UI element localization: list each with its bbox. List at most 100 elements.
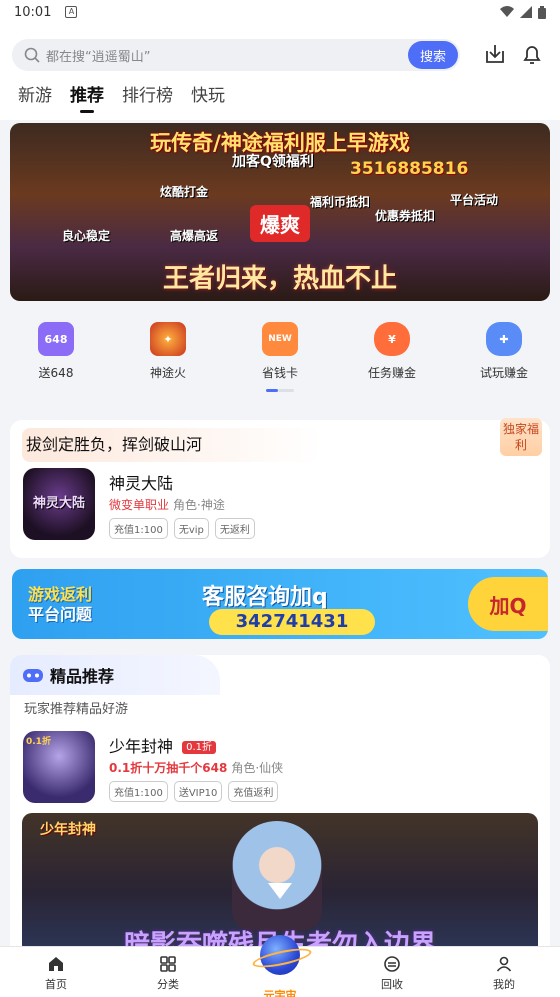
ad-left-text: 游戏返利 平台问题 bbox=[28, 585, 92, 625]
game-chip: 充值1:100 bbox=[109, 518, 168, 539]
nav-label: 元宇宙 bbox=[263, 989, 297, 997]
recycle-icon bbox=[384, 956, 400, 972]
nav-label: 分类 bbox=[157, 978, 179, 991]
feature-label: 任务赚金 bbox=[367, 366, 416, 380]
discount-badge: 0.1折 bbox=[182, 741, 217, 754]
status-bar: 10:01 A bbox=[0, 0, 560, 24]
ad-banner[interactable]: 游戏返利 平台问题 客服咨询加q 342741431 加Q bbox=[12, 569, 548, 639]
grid-icon bbox=[160, 956, 176, 972]
nav-label: 回收 bbox=[381, 978, 403, 991]
gift-648-icon: 648 bbox=[38, 322, 74, 356]
game-video[interactable]: 少年封神 暗影吞噬残月生者勿入边界 bbox=[22, 813, 538, 955]
game-chips: 充值1:100 送VIP10 充值返利 bbox=[109, 781, 279, 802]
game-highlight: 0.1折十万抽千个648 bbox=[109, 761, 228, 775]
page-indicator bbox=[266, 389, 294, 392]
bell-icon[interactable] bbox=[519, 41, 545, 67]
banner-tag: 高爆高返 bbox=[170, 229, 219, 243]
feature-task-earn[interactable]: ¥ 任务赚金 bbox=[336, 314, 448, 404]
app-notification-icon: A bbox=[65, 6, 78, 18]
download-icon[interactable] bbox=[482, 41, 508, 67]
game-meta: 0.1折十万抽千个648 角色·仙侠 bbox=[109, 759, 283, 776]
game-item[interactable]: 0.1折 少年封神 0.1折 0.1折十万抽千个648 角色·仙侠 充值1:100… bbox=[23, 731, 523, 805]
tab-recommend[interactable]: 推荐 bbox=[70, 81, 104, 113]
header: 都在搜“逍遥蜀山” 搜索 新游 推荐 排行榜 快玩 bbox=[0, 24, 560, 120]
feature-label: 试玩赚金 bbox=[479, 366, 528, 380]
status-indicators bbox=[500, 5, 546, 19]
banner-tag: 平台活动 bbox=[450, 193, 499, 207]
play-icon[interactable] bbox=[268, 883, 292, 899]
feature-label: 送648 bbox=[38, 366, 74, 380]
nav-recycle[interactable]: 回收 bbox=[336, 947, 448, 997]
game-chip: 无返利 bbox=[214, 518, 255, 539]
money-bag-icon: ¥ bbox=[374, 322, 410, 356]
exclusive-badge: 独家福利 bbox=[500, 418, 542, 456]
gamepad-icon bbox=[23, 669, 43, 682]
game-genre: 角色·仙侠 bbox=[231, 761, 284, 775]
search-bar[interactable]: 都在搜“逍遥蜀山” 搜索 bbox=[12, 39, 460, 71]
banner-tag: 优惠券抵扣 bbox=[375, 209, 436, 223]
banner-phone: 3516885816 bbox=[350, 159, 469, 179]
ad-headline: 客服咨询加q bbox=[202, 585, 328, 610]
ad-number: 342741431 bbox=[209, 609, 375, 635]
nav-label: 首页 bbox=[45, 978, 67, 991]
game-icon-shaonian: 0.1折 bbox=[23, 731, 95, 803]
nav-mine[interactable]: 我的 bbox=[448, 947, 560, 997]
nav-home[interactable]: 首页 bbox=[0, 947, 112, 997]
recommend-subtitle: 玩家推荐精品好游 bbox=[24, 702, 129, 717]
ad-line2: 平台问题 bbox=[28, 605, 93, 624]
game-chip: 无vip bbox=[173, 518, 209, 539]
video-character bbox=[232, 821, 322, 931]
search-input[interactable]: 都在搜“逍遥蜀山” bbox=[46, 46, 150, 65]
ad-line1: 游戏返利 bbox=[28, 585, 93, 604]
feature-label: 神途火 bbox=[149, 366, 186, 380]
game-chip: 充值1:100 bbox=[109, 781, 168, 802]
game-chips: 充值1:100 无vip 无返利 bbox=[109, 518, 255, 539]
tab-new[interactable]: 新游 bbox=[18, 81, 52, 111]
planet-icon bbox=[260, 935, 300, 975]
wifi-icon bbox=[500, 6, 514, 17]
banner-badge: 爆爽 bbox=[250, 205, 310, 242]
game-item[interactable]: 神灵大陆 神灵大陆 微变单职业 角色·神途 充值1:100 无vip 无返利 bbox=[23, 468, 523, 542]
game-genre: 角色·神途 bbox=[173, 498, 225, 512]
game-icon-text: 神灵大陆 bbox=[32, 496, 85, 511]
game-name: 少年封神 0.1折 bbox=[109, 733, 217, 757]
search-icon bbox=[24, 47, 40, 63]
status-time: 10:01 bbox=[14, 4, 52, 20]
feature-trial-earn[interactable]: ✚ 试玩赚金 bbox=[448, 314, 560, 404]
feature-flame[interactable]: ✦ 神途火 bbox=[112, 314, 224, 404]
saving-card-icon: NEW bbox=[262, 322, 298, 356]
promo-card[interactable]: 拔剑定胜负，挥剑破山河 独家福利 神灵大陆 神灵大陆 微变单职业 角色·神途 充值… bbox=[10, 418, 550, 558]
feature-gift-648[interactable]: 648 送648 bbox=[0, 314, 112, 404]
bottom-nav: 首页 分类 元宇宙 回收 我的 bbox=[0, 935, 560, 997]
banner-tag: 良心稳定 bbox=[62, 229, 111, 243]
gamepad-icon: ✚ bbox=[486, 322, 522, 356]
game-name: 神灵大陆 bbox=[109, 474, 174, 493]
nav-category[interactable]: 分类 bbox=[112, 947, 224, 997]
recommend-title: 精品推荐 bbox=[50, 667, 115, 686]
tab-ranking[interactable]: 排行榜 bbox=[122, 81, 173, 111]
signal-icon bbox=[520, 6, 532, 18]
game-highlight: 微变单职业 bbox=[109, 498, 170, 512]
ad-add-q-button[interactable]: 加Q bbox=[468, 577, 548, 631]
indicator-inactive bbox=[278, 389, 294, 392]
banner-subtitle: 加客Q领福利 bbox=[232, 154, 314, 170]
battery-icon bbox=[538, 5, 546, 19]
game-chip: 充值返利 bbox=[228, 781, 279, 802]
tab-quickplay[interactable]: 快玩 bbox=[191, 81, 225, 111]
indicator-active bbox=[266, 389, 278, 392]
top-tabs: 新游 推荐 排行榜 快玩 bbox=[18, 81, 225, 113]
promo-title: 拔剑定胜负，挥剑破山河 bbox=[22, 428, 322, 462]
nav-label: 我的 bbox=[493, 978, 515, 991]
game-meta: 微变单职业 角色·神途 bbox=[109, 496, 225, 513]
video-title: 少年封神 bbox=[40, 822, 96, 838]
feature-label: 省钱卡 bbox=[261, 366, 298, 380]
hero-banner[interactable]: 玩传奇/神途福利服上早游戏 加客Q领福利 3516885816 炫酷打金 福利币… bbox=[10, 123, 550, 301]
game-name-text: 少年封神 bbox=[109, 737, 174, 756]
flame-game-icon: ✦ bbox=[150, 322, 186, 356]
game-chip: 送VIP10 bbox=[173, 781, 223, 802]
banner-tag: 福利币抵扣 bbox=[310, 195, 371, 209]
banner-tag: 炫酷打金 bbox=[160, 185, 209, 199]
nav-metaverse[interactable]: 元宇宙 bbox=[224, 935, 336, 997]
search-button[interactable]: 搜索 bbox=[408, 41, 458, 69]
banner-slogan: 王者归来，热血不止 bbox=[162, 264, 397, 294]
